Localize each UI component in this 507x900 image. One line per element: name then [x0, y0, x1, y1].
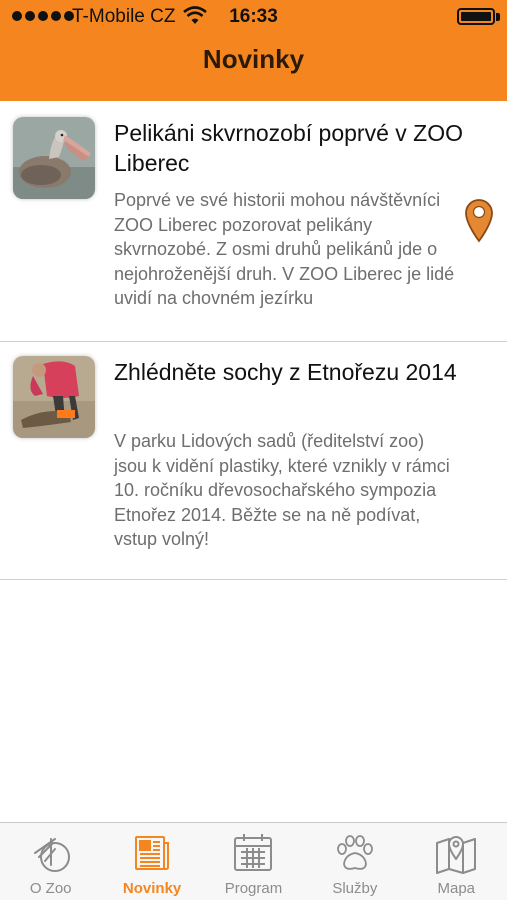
- zoo-logo-icon: [33, 838, 70, 872]
- tab-novinky[interactable]: Novinky: [101, 823, 202, 900]
- woodcarving-thumbnail: [13, 356, 95, 438]
- tab-label: Program: [224, 880, 283, 897]
- navigation-bar: T-Mobile CZ 16:33 Novinky: [0, 0, 507, 101]
- paw-icon: [336, 835, 373, 870]
- newspaper-icon: [135, 836, 170, 870]
- news-title: Pelikáni skvrnozobí poprvé v ZOO Liberec: [114, 120, 463, 176]
- news-item[interactable]: Zhlédněte sochy z Etnořezu 2014 V parku …: [0, 342, 507, 580]
- news-description: Poprvé ve své historii mohou návštěvníci…: [114, 190, 455, 308]
- news-description: V parku Lidových sadů (ředitelství zoo) …: [114, 431, 450, 549]
- battery-icon: [457, 8, 495, 25]
- calendar-icon: [234, 834, 273, 871]
- news-item[interactable]: Pelikáni skvrnozobí poprvé v ZOO Liberec…: [0, 101, 507, 342]
- page-title: Novinky: [202, 44, 305, 74]
- pelican-thumbnail: [13, 117, 95, 199]
- news-list: Pelikáni skvrnozobí poprvé v ZOO Liberec…: [0, 101, 507, 580]
- tab-label: Služby: [332, 880, 378, 897]
- news-title: Zhlédněte sochy z Etnořezu 2014: [114, 359, 457, 385]
- battery-cap: [496, 13, 500, 21]
- status-bar: T-Mobile CZ 16:33: [0, 0, 507, 34]
- status-time: 16:33: [229, 6, 278, 27]
- tab-sluzby[interactable]: Služby: [304, 823, 405, 900]
- tab-o-zoo[interactable]: O Zoo: [0, 823, 101, 900]
- tab-label: O Zoo: [29, 880, 72, 897]
- tab-label: Novinky: [122, 880, 182, 897]
- map-icon: [436, 836, 477, 874]
- tab-bar: O Zoo Novinky Program Služby Mapa: [0, 822, 507, 900]
- tab-label: Mapa: [437, 880, 476, 897]
- location-pin-icon[interactable]: [463, 197, 495, 243]
- tab-program[interactable]: Program: [203, 823, 304, 900]
- tab-mapa[interactable]: Mapa: [406, 823, 507, 900]
